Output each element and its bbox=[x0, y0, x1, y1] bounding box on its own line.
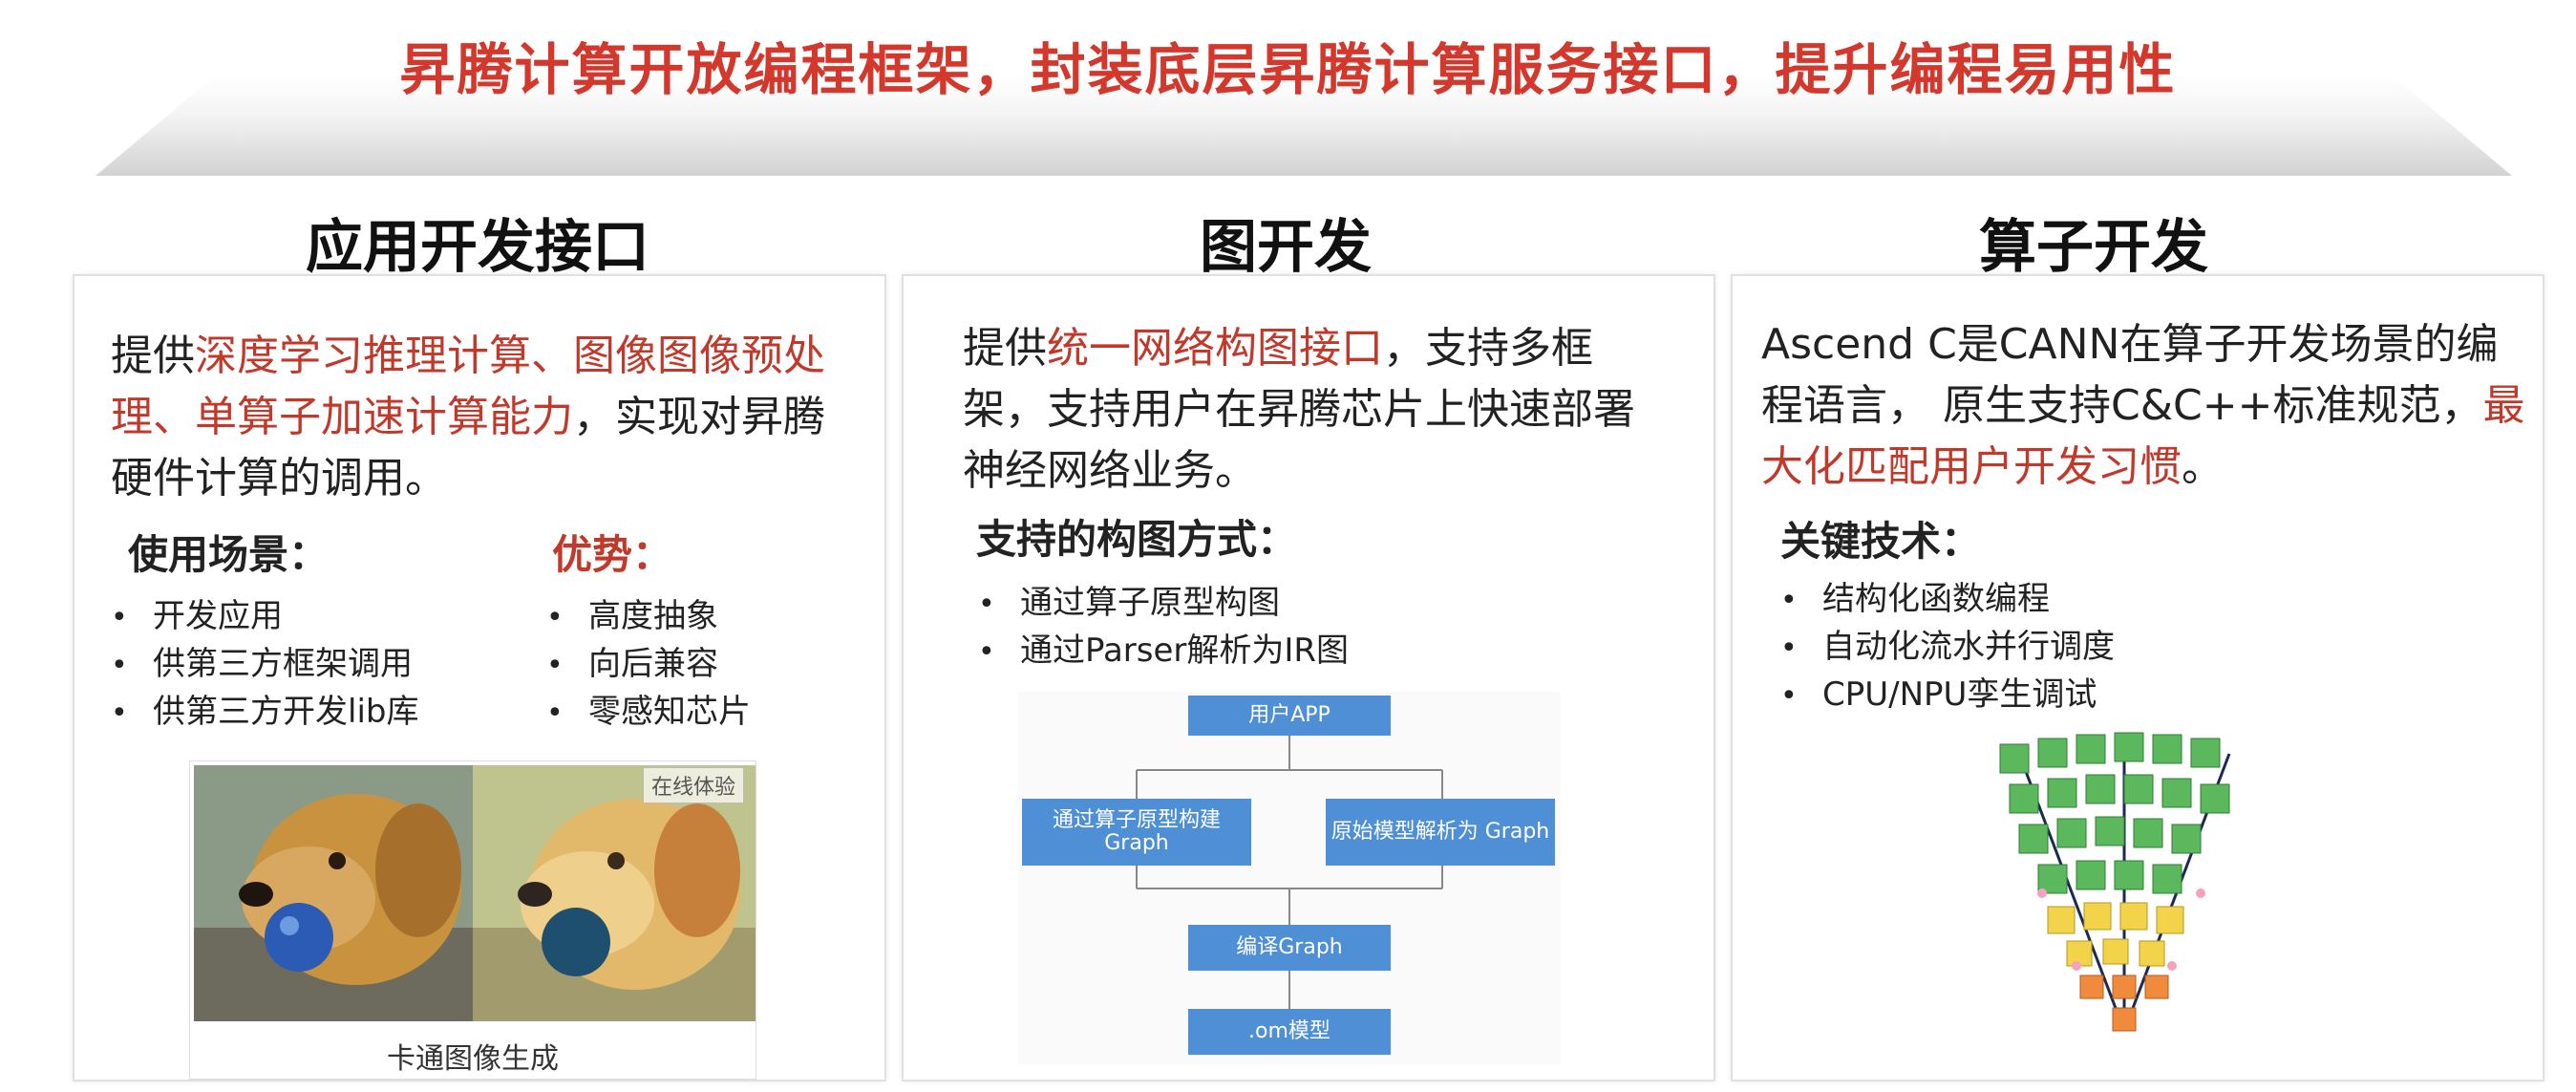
cartoon-image-figure: 在线体验 卡通图像生成 bbox=[189, 760, 756, 1080]
list-item: 结构化函数编程 bbox=[1780, 576, 2115, 624]
list-item: 高度抽象 bbox=[546, 593, 751, 641]
list-item: 自动化流水并行调度 bbox=[1780, 624, 2115, 672]
flow-box-model-parse: 原始模型解析为 Graph bbox=[1326, 799, 1555, 866]
dog-photo-cartoon bbox=[473, 765, 756, 1021]
list-item: 供第三方开发lib库 bbox=[111, 689, 418, 737]
graph-flowchart: 用户APP 通过算子原型构建 Graph 原始模型解析为 Graph 编译Gra… bbox=[1018, 692, 1561, 1064]
list-item: 供第三方框架调用 bbox=[111, 641, 418, 689]
dog-photo-original bbox=[194, 765, 477, 1021]
col3-title: 算子开发 bbox=[1979, 214, 2208, 281]
col3-description: Ascend C是CANN在算子开发场景的编程语言， 原生支持C&C++标准规范… bbox=[1761, 320, 2525, 491]
banner-title: 昇腾计算开放编程框架，封装底层昇腾计算服务接口，提升编程易用性 bbox=[399, 37, 2177, 102]
tech-list: 结构化函数编程 自动化流水并行调度 CPU/NPU孪生调试 bbox=[1780, 576, 2115, 719]
col1-description: 提供深度学习推理计算、图像图像预处理、单算子加速计算能力，实现对昇腾硬件计算的调… bbox=[111, 332, 825, 503]
list-item: 通过Parser解析为IR图 bbox=[978, 628, 1349, 675]
usage-list: 开发应用 供第三方框架调用 供第三方开发lib库 bbox=[111, 593, 418, 737]
col2-description: 提供统一网络构图接口，支持多框架，支持用户在昇腾芯片上快速部署神经网络业务。 bbox=[963, 324, 1635, 495]
panel-op-dev: Ascend C是CANN在算子开发场景的编程语言， 原生支持C&C++标准规范… bbox=[1731, 274, 2544, 1081]
methods-title: 支持的构图方式： bbox=[976, 516, 1298, 563]
cube-illustration bbox=[1999, 732, 2231, 1032]
list-item: 零感知芯片 bbox=[546, 689, 751, 737]
col2-highlight: 统一网络构图接口 bbox=[1047, 324, 1383, 373]
flow-box-om-model: .om模型 bbox=[1188, 1009, 1391, 1055]
methods-list: 通过算子原型构图 通过Parser解析为IR图 bbox=[978, 580, 1349, 675]
usage-title: 使用场景： bbox=[128, 531, 330, 578]
col1-title: 应用开发接口 bbox=[306, 214, 649, 281]
list-item: 向后兼容 bbox=[546, 641, 751, 689]
list-item: 通过算子原型构图 bbox=[978, 580, 1349, 628]
col2-title: 图开发 bbox=[1200, 214, 1372, 281]
online-demo-badge[interactable]: 在线体验 bbox=[642, 767, 744, 803]
tech-title: 关键技术： bbox=[1780, 518, 1982, 565]
advantages-title: 优势： bbox=[552, 531, 673, 578]
flow-box-compile: 编译Graph bbox=[1188, 925, 1391, 971]
flow-box-user-app: 用户APP bbox=[1188, 696, 1391, 736]
list-item: CPU/NPU孪生调试 bbox=[1780, 672, 2115, 719]
advantages-list: 高度抽象 向后兼容 零感知芯片 bbox=[546, 593, 751, 737]
image-caption: 卡通图像生成 bbox=[387, 1042, 559, 1076]
list-item: 开发应用 bbox=[111, 593, 418, 641]
flow-box-op-prototype: 通过算子原型构建 Graph bbox=[1022, 799, 1251, 866]
